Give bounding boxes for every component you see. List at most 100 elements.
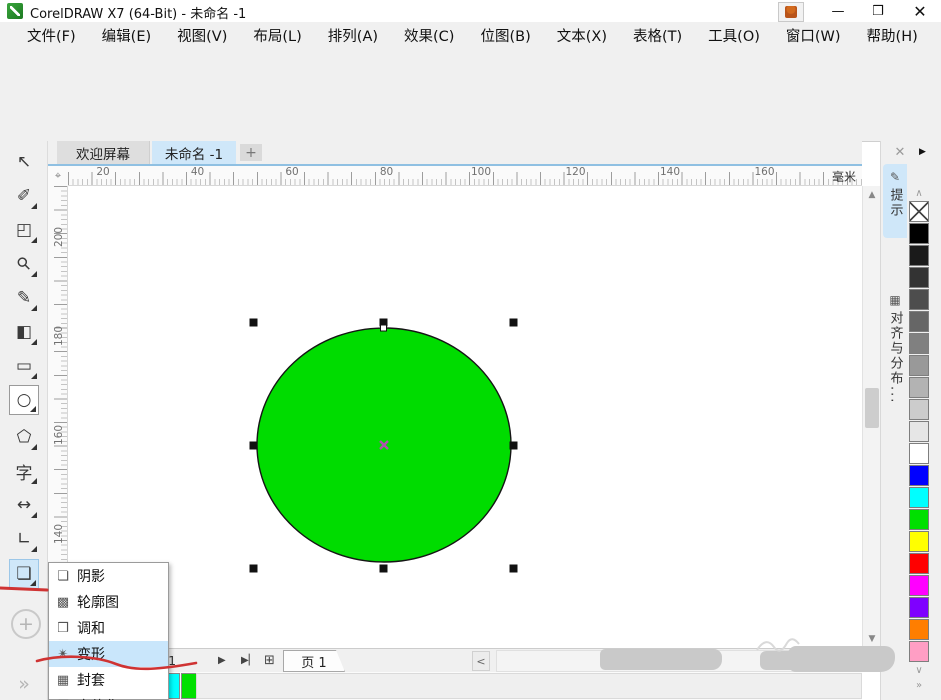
vertical-scrollbar[interactable]: ▲ ▼ [862,186,880,648]
menu-item-0[interactable]: 文件(F) [14,22,89,52]
flyout-item-5[interactable]: ❐立体化 [49,693,168,700]
connector-tool-icon: ∟ [17,529,31,549]
palette-swatch[interactable] [909,487,929,508]
last-page-button[interactable]: ▶▏ [241,649,256,672]
shape-tool[interactable]: ✐ [9,181,39,211]
flyout-item-3[interactable]: ✴变形 [49,641,168,667]
flyout-item-icon: ❏ [49,569,77,584]
menu-item-5[interactable]: 效果(C) [391,22,467,52]
palette-swatch[interactable] [909,443,929,464]
palette-swatch[interactable] [909,421,929,442]
polygon-tool[interactable]: ⬠ [9,422,39,452]
palette-swatch[interactable] [909,223,929,244]
ruler-ticks-major [68,172,862,185]
palette-scroll-down-button[interactable]: ∨ [908,663,930,678]
ruler-origin-button[interactable]: ⌖ [48,166,68,186]
text-tool-icon: 字 [16,459,33,484]
docker-strip: ✕ ▶ ✎ 提示 ▦ 对齐与分布... ∧ ∨ » [880,141,941,700]
rectangle-tool[interactable]: ▭ [9,351,39,381]
palette-expand-button[interactable]: » [908,678,930,693]
smart-fill-tool[interactable]: ◧ [9,317,39,347]
palette-scroll-up-button[interactable]: ∧ [908,186,930,201]
palette-swatch-none[interactable] [909,201,929,222]
palette-swatch[interactable] [909,553,929,574]
docker-tab-align-distribute[interactable]: ▦ 对齐与分布... [883,287,907,473]
redaction-smudge [788,646,895,672]
palette-swatch[interactable] [909,641,929,662]
v-ruler-tick-label: 140 [53,524,65,544]
close-button[interactable]: ✕ [904,0,936,22]
docker-tab-tips[interactable]: ✎ 提示 [883,164,907,238]
palette-swatch[interactable] [909,509,929,530]
connector-tool[interactable]: ∟ [9,524,39,554]
h-ruler-tick-label: 160 [754,166,774,178]
account-button[interactable] [778,2,804,22]
palette-swatch[interactable] [909,465,929,486]
dimension-tool[interactable]: ↔ [9,490,39,520]
add-page-button[interactable]: ⊞ [264,649,275,672]
flyout-item-1[interactable]: ▩轮廓图 [49,589,168,615]
tab-untitled-1[interactable]: 未命名 -1 [152,141,236,164]
menu-item-3[interactable]: 布局(L) [240,22,314,52]
flyout-item-2[interactable]: ❒调和 [49,615,168,641]
tips-icon: ✎ [890,170,900,184]
palette-swatch[interactable] [909,377,929,398]
palette-swatch[interactable] [909,355,929,376]
next-page-button[interactable]: ▶ [218,649,226,672]
page-navigator-bar: / 1 ▶ ▶▏ ⊞ 页 1 < [48,648,862,672]
minimize-button[interactable]: — [822,0,854,22]
dimension-tool-icon: ↔ [17,495,31,515]
document-tab-bar: 欢迎屏幕 未命名 -1 + [48,141,862,166]
menu-item-2[interactable]: 视图(V) [164,22,240,52]
palette-swatch[interactable] [909,311,929,332]
maximize-button[interactable]: ❒ [862,0,894,22]
flyout-item-icon: ✴ [49,647,77,662]
palette-swatch[interactable] [909,333,929,354]
palette-swatch[interactable] [909,531,929,552]
vertical-scroll-thumb[interactable] [865,388,879,428]
menu-item-8[interactable]: 表格(T) [620,22,695,52]
scroll-up-button[interactable]: ▲ [863,186,881,204]
flyout-item-0[interactable]: ❏阴影 [49,563,168,589]
palette-swatch[interactable] [909,289,929,310]
freehand-tool[interactable]: ✎ [9,283,39,313]
pick-tool[interactable]: ↖ [9,147,39,177]
toolbox-expand-button[interactable]: » [9,669,39,699]
docker-flyout-button[interactable]: ▶ [919,147,926,157]
menu-item-6[interactable]: 位图(B) [467,22,543,52]
horizontal-ruler[interactable]: 毫米 20406080100120140160 [68,166,862,186]
palette-swatch[interactable] [909,267,929,288]
crop-tool[interactable]: ◰ [9,215,39,245]
flyout-item-label: 调和 [77,618,105,638]
palette-swatch[interactable] [909,575,929,596]
new-document-tab-button[interactable]: + [240,144,262,161]
menu-item-9[interactable]: 工具(O) [695,22,773,52]
h-ruler-tick-label: 120 [565,166,585,178]
title-bar: CorelDRAW X7 (64-Bit) - 未命名 -1 — ❒ ✕ [0,0,941,23]
drop-shadow-tool[interactable]: ❏ [9,559,39,589]
palette-swatch[interactable] [909,619,929,640]
menu-item-7[interactable]: 文本(X) [544,22,620,52]
palette-swatch[interactable] [909,399,929,420]
toolbox: ↖ ✐ ◰ ⚲ ✎ ◧ ▭ ○ ⬠ 字 ↔ ∟ ❏ + » [0,141,48,700]
menu-item-1[interactable]: 编辑(E) [89,22,164,52]
pick-tool-icon: ↖ [17,152,31,172]
flyout-item-4[interactable]: ▦封套 [49,667,168,693]
palette-swatch[interactable] [909,597,929,618]
add-tools-button[interactable]: + [11,609,41,639]
menu-item-4[interactable]: 排列(A) [315,22,391,52]
tab-welcome-screen[interactable]: 欢迎屏幕 [57,141,150,164]
ellipse-node [381,325,387,331]
docker-close-button[interactable]: ✕ [891,143,909,161]
drawing-canvas[interactable] [68,186,862,648]
ellipse-tool[interactable]: ○ [9,385,39,415]
menu-item-11[interactable]: 帮助(H) [854,22,931,52]
page-tab-1[interactable]: 页 1 [283,650,345,672]
menu-item-10[interactable]: 窗口(W) [773,22,854,52]
rectangle-tool-icon: ▭ [16,356,32,376]
zoom-tool-icon: ⚲ [13,253,36,276]
scroll-left-button[interactable]: < [472,651,490,671]
palette-swatch[interactable] [909,245,929,266]
text-tool[interactable]: 字 [9,456,39,486]
zoom-tool[interactable]: ⚲ [9,249,39,279]
